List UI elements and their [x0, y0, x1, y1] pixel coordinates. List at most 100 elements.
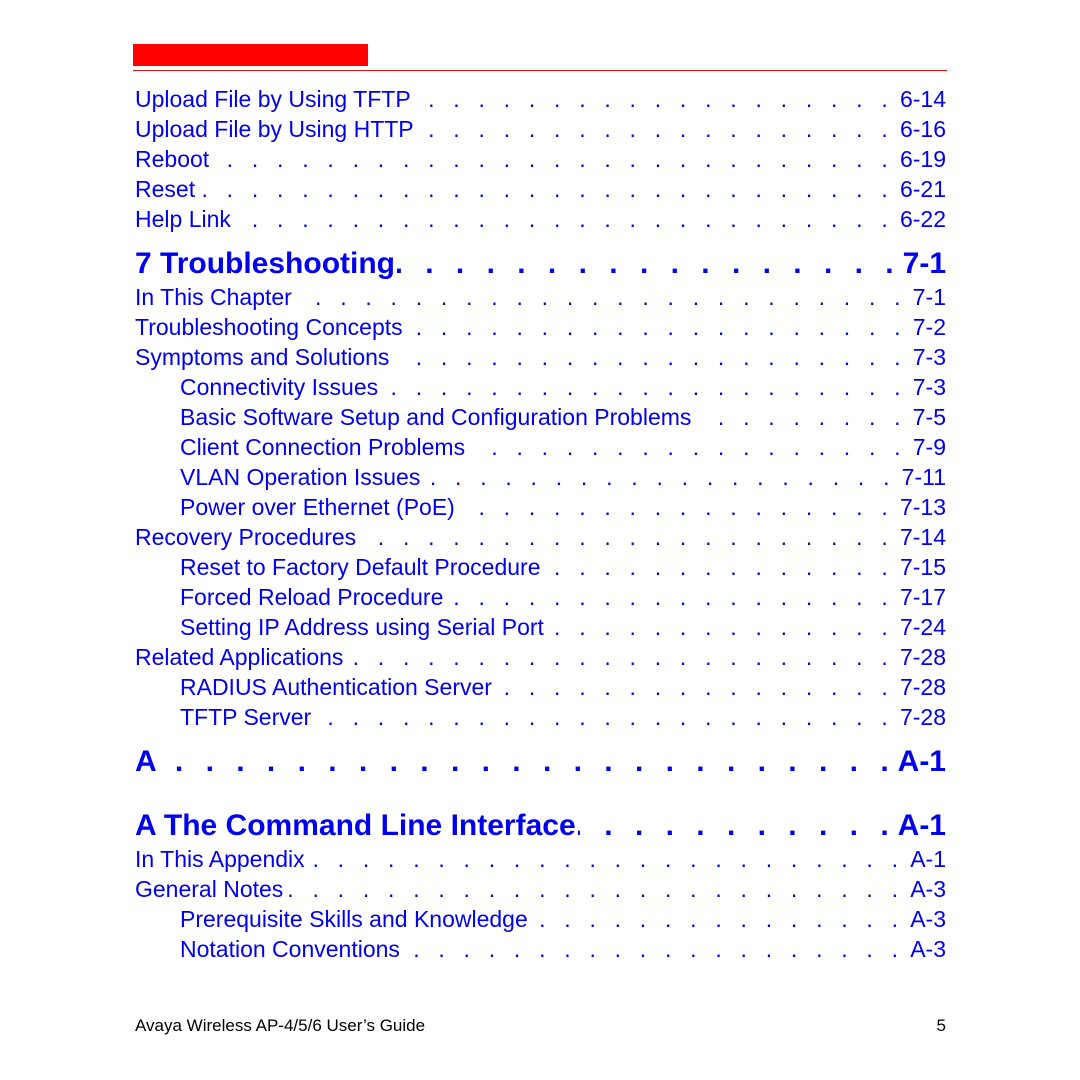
dot-leader: . . . . . . . . . . . . . . . . . . . . …: [237, 206, 894, 232]
toc-entry-label: Connectivity Issues: [180, 374, 379, 400]
toc-entry-label: In This Appendix: [135, 846, 305, 872]
toc-entry-page: 7-1: [902, 247, 946, 280]
toc-entry-page: A-1: [897, 809, 946, 842]
toc-entry-label: Help Link: [135, 206, 231, 232]
dot-leader: . . . . . . . . . . . . . . . . . . . . …: [578, 809, 896, 842]
toc-appendix-cli-heading[interactable]: A The Command Line Interface . . . . . .…: [135, 808, 946, 844]
toc-chapter-7-heading[interactable]: 7 Troubleshooting . . . . . . . . . . . …: [135, 246, 946, 282]
toc-entry-label: Related Applications: [135, 644, 344, 670]
toc-entry[interactable]: TFTP Server. . . . . . . . . . . . . . .…: [135, 702, 946, 732]
toc-entry-label: Troubleshooting Concepts: [135, 314, 403, 340]
dot-leader: . . . . . . . . . . . . . . . . . . . . …: [420, 116, 894, 142]
toc-entry-page: 7-3: [912, 374, 946, 400]
toc-entry[interactable]: Connectivity Issues. . . . . . . . . . .…: [135, 372, 946, 402]
dot-leader: . . . . . . . . . . . . . . . . . . . . …: [159, 745, 896, 778]
toc-entry[interactable]: Power over Ethernet (PoE). . . . . . . .…: [135, 492, 946, 522]
toc-entry[interactable]: Troubleshooting Concepts. . . . . . . . …: [135, 312, 946, 342]
toc-entry-label: Symptoms and Solutions: [135, 344, 390, 370]
toc-entry-page: 7-11: [901, 464, 946, 490]
toc-entry-page: 7-2: [912, 314, 946, 340]
toc-entry-page: 7-9: [912, 434, 946, 460]
toc-entry[interactable]: Upload File by Using TFTP. . . . . . . .…: [135, 84, 946, 114]
dot-leader: . . . . . . . . . . . . . . . . . . . . …: [215, 146, 894, 172]
toc-entry[interactable]: Upload File by Using HTTP. . . . . . . .…: [135, 114, 946, 144]
toc-entry-page: 6-22: [899, 206, 946, 232]
toc-entry-label: Power over Ethernet (PoE): [180, 494, 455, 520]
toc-entry-page: 7-28: [899, 704, 946, 730]
dot-leader: . . . . . . . . . . . . . . . . . . . . …: [397, 247, 901, 280]
toc-entry[interactable]: Reset to Factory Default Procedure. . . …: [135, 552, 946, 582]
dot-leader: . . . . . . . . . . . . . . . . . . . . …: [311, 846, 905, 872]
toc-entry-page: A-3: [910, 936, 946, 962]
toc-entry[interactable]: In This Appendix. . . . . . . . . . . . …: [135, 844, 946, 874]
dot-leader: . . . . . . . . . . . . . . . . . . . . …: [317, 704, 894, 730]
dot-leader: . . . . . . . . . . . . . . . . . . . . …: [426, 464, 896, 490]
toc-entry-label: Forced Reload Procedure: [180, 584, 444, 610]
dot-leader: . . . . . . . . . . . . . . . . . . . . …: [395, 344, 907, 370]
toc-entry[interactable]: Related Applications. . . . . . . . . . …: [135, 642, 946, 672]
toc-entry-page: 6-21: [899, 176, 946, 202]
toc-entry-page: 7-13: [899, 494, 946, 520]
header-accent-bar: [133, 44, 368, 66]
toc-entry[interactable]: Client Connection Problems. . . . . . . …: [135, 432, 946, 462]
toc-entry[interactable]: Recovery Procedures. . . . . . . . . . .…: [135, 522, 946, 552]
dot-leader: . . . . . . . . . . . . . . . . . . . . …: [471, 434, 907, 460]
toc-entry[interactable]: Help Link. . . . . . . . . . . . . . . .…: [135, 204, 946, 234]
toc-entry-label: VLAN Operation Issues: [180, 464, 421, 490]
dot-leader: . . . . . . . . . . . . . . . . . . . . …: [289, 876, 905, 902]
toc-entry-page: 7-24: [899, 614, 946, 640]
toc-entry[interactable]: RADIUS Authentication Server. . . . . . …: [135, 672, 946, 702]
toc-entry-label: Recovery Procedures: [135, 524, 357, 550]
toc-entry-page: 7-1: [912, 284, 946, 310]
toc-entry-label: Upload File by Using TFTP: [135, 86, 411, 112]
dot-leader: . . . . . . . . . . . . . . . . . . . . …: [362, 524, 894, 550]
toc-group-chapter7: In This Chapter . . . . . . . . . . . . .…: [135, 282, 946, 732]
toc-entry[interactable]: Basic Software Setup and Configuration P…: [135, 402, 946, 432]
dot-leader: . . . . . . . . . . . . . . . . . . . . …: [384, 374, 907, 400]
toc-entry[interactable]: Prerequisite Skills and Knowledge. . . .…: [135, 904, 946, 934]
toc-entry[interactable]: Symptoms and Solutions. . . . . . . . . …: [135, 342, 946, 372]
page-footer: Avaya Wireless AP-4/5/6 User’s Guide 5: [135, 1016, 946, 1036]
toc-entry[interactable]: Reboot. . . . . . . . . . . . . . . . . …: [135, 144, 946, 174]
toc-entry-label: Notation Conventions: [180, 936, 400, 962]
toc-group-chapter6: Upload File by Using TFTP. . . . . . . .…: [135, 84, 946, 234]
dot-leader: . . . . . . . . . . . . . . . . . . . . …: [417, 86, 894, 112]
toc-entry-label: Upload File by Using HTTP: [135, 116, 414, 142]
toc-entry-label: In This Chapter: [135, 284, 292, 310]
toc-entry[interactable]: Forced Reload Procedure. . . . . . . . .…: [135, 582, 946, 612]
toc-entry-label: Reboot: [135, 146, 210, 172]
toc-entry-page: A-3: [910, 906, 946, 932]
dot-leader: . . . . . . . . . . . . . . . . . . . . …: [534, 906, 905, 932]
toc-entry-label: RADIUS Authentication Server: [180, 674, 492, 700]
dot-leader: . . . . . . . . . . . . . . . . . . . . …: [550, 614, 894, 640]
footer-page-number: 5: [936, 1016, 946, 1035]
toc-entry-label: TFTP Server: [180, 704, 312, 730]
toc-entry-label: Basic Software Setup and Configuration P…: [180, 404, 692, 430]
dot-leader: . . . . . . . . . . . . . . . . . . . . …: [697, 404, 907, 430]
toc-appendix-a-heading[interactable]: A . . . . . . . . . . . . . . . . . . . …: [135, 744, 946, 780]
toc-entry[interactable]: VLAN Operation Issues. . . . . . . . . .…: [135, 462, 946, 492]
toc-entry-page: 7-17: [899, 584, 946, 610]
toc-entry-page: 6-19: [899, 146, 946, 172]
toc-entry[interactable]: Notation Conventions. . . . . . . . . . …: [135, 934, 946, 964]
toc-entry[interactable]: Reset. . . . . . . . . . . . . . . . . .…: [135, 174, 946, 204]
toc-entry-page: 6-14: [899, 86, 946, 112]
toc-entry[interactable]: Setting IP Address using Serial Port. . …: [135, 612, 946, 642]
toc-entry-label: Setting IP Address using Serial Port: [180, 614, 544, 640]
toc-entry-page: 6-16: [899, 116, 946, 142]
toc-entry-label: Reset to Factory Default Procedure: [180, 554, 541, 580]
toc-entry-label: A The Command Line Interface: [135, 809, 576, 842]
toc-group-appendix-a: In This Appendix. . . . . . . . . . . . …: [135, 844, 946, 964]
dot-leader: . . . . . . . . . . . . . . . . . . . . …: [406, 936, 905, 962]
toc-entry-page: 7-3: [912, 344, 946, 370]
dot-leader: . . . . . . . . . . . . . . . . . . . . …: [349, 644, 894, 670]
dot-leader: . . . . . . . . . . . . . . . . . . . . …: [461, 494, 894, 520]
toc-entry[interactable]: In This Chapter. . . . . . . . . . . . .…: [135, 282, 946, 312]
toc-entry-label: General Notes: [135, 876, 284, 902]
dot-leader: . . . . . . . . . . . . . . . . . . . . …: [449, 584, 894, 610]
toc-entry[interactable]: General Notes. . . . . . . . . . . . . .…: [135, 874, 946, 904]
toc-entry-page: 7-14: [899, 524, 946, 550]
dot-leader: . . . . . . . . . . . . . . . . . . . . …: [201, 176, 894, 202]
footer-document-title: Avaya Wireless AP-4/5/6 User’s Guide: [135, 1016, 426, 1035]
toc-entry-label: 7 Troubleshooting: [135, 247, 395, 280]
